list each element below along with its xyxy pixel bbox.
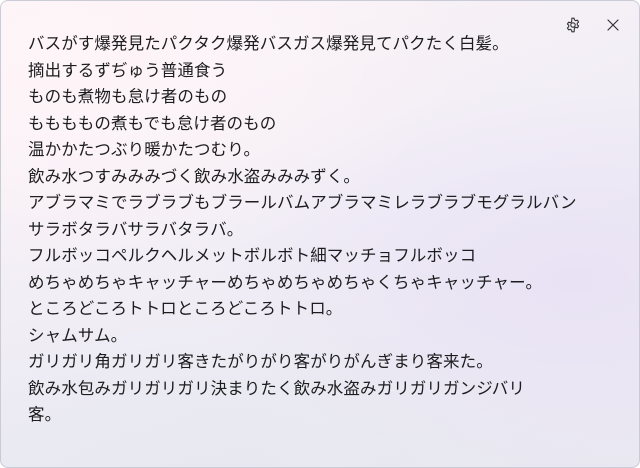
text-line: ものも煮物も怠け者のもの (28, 87, 228, 106)
close-button[interactable] (595, 7, 631, 43)
app-window: バスがす爆発見たパクタク爆発バスガス爆発見てパクたく白髪。 摘出するずぢゅう普通… (0, 0, 640, 468)
close-icon (607, 19, 619, 31)
text-line: 客。 (28, 405, 62, 424)
text-line: 摘出するずぢゅう普通食う (28, 60, 228, 80)
window-controls (555, 7, 631, 43)
text-line: 飲み水包みガリガリガリ決まりたく飲み水盗みガリガリガンジバリ (28, 378, 526, 398)
text-line: 飲み水つすみみみづく飲み水盗みみみずく。 (28, 166, 360, 186)
text-line: アブラマミでラブラブもブラールバムアブラマミレラブラブモグラルバン (28, 193, 577, 212)
text-line: ももももの煮もでも怠け者のもの (28, 113, 277, 133)
text-line: シャムサム。 (28, 325, 128, 345)
text-line: フルボッコペルクヘルメットボルボト細マッチョフルボッコ (28, 246, 477, 265)
text-line: ところどころトトロところどころトトロ。 (28, 299, 343, 318)
text-content: バスがす爆発見たパクタク爆発バスガス爆発見てパクたく白髪。 摘出するずぢゅう普通… (28, 31, 577, 429)
settings-button[interactable] (555, 7, 591, 43)
text-line: 温かかたつぶり暖かたつむり。 (28, 140, 261, 159)
text-line: バスがす爆発見たパクタク爆発バスガス爆発見てパクたく白髪。 (28, 34, 509, 53)
text-line: サラボタラバサラバタラバ。 (28, 219, 244, 239)
text-line: ガリガリ角ガリガリ客きたがりがり客がりがんぎまり客来た。 (28, 352, 493, 371)
text-line: めちゃめちゃキャッチャーめちゃめちゃめちゃくちゃキャッチャー。 (28, 272, 543, 292)
gear-icon (566, 17, 580, 33)
